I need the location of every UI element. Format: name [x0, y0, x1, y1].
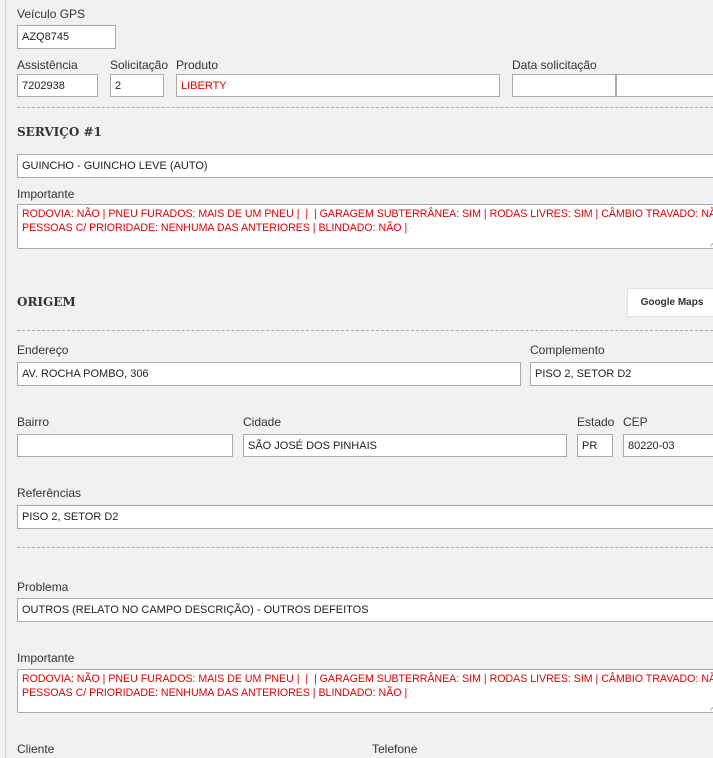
google-maps-button[interactable]: Google Maps	[627, 288, 713, 317]
cidade-input[interactable]: SÃO JOSÉ DOS PINHAIS	[243, 434, 567, 457]
divider	[17, 107, 713, 108]
referencias-label: Referências	[17, 486, 82, 500]
service-important-label: Importante	[17, 187, 75, 201]
complemento-input[interactable]: PISO 2, SETOR D2	[530, 362, 713, 386]
cep-label: CEP	[623, 415, 648, 429]
bairro-label: Bairro	[17, 415, 50, 429]
cidade-label: Cidade	[243, 415, 282, 429]
origin-title: ORIGEM	[17, 295, 76, 309]
left-border	[5, 0, 6, 758]
important-line: PESSOAS C/ PRIORIDADE: NENHUMA DAS ANTER…	[22, 222, 408, 234]
vehicle-gps-label: Veículo GPS	[17, 7, 86, 21]
problem-important-textarea[interactable]: RODOVIA: NÃO | PNEU FURADOS: MAIS DE UM …	[17, 669, 713, 713]
service-title: SERVIÇO #1	[17, 125, 102, 139]
vehicle-gps-input[interactable]: AZQ8745	[17, 25, 116, 49]
important-line: RODOVIA: NÃO | PNEU FURADOS: MAIS DE UM …	[22, 673, 713, 685]
estado-input[interactable]: PR	[577, 434, 613, 457]
data-solicitacao-label: Data solicitação	[512, 58, 597, 72]
telefone-label: Telefone	[372, 742, 418, 756]
divider	[17, 330, 713, 331]
important-line: RODOVIA: NÃO | PNEU FURADOS: MAIS DE UM …	[22, 208, 713, 220]
service-important-textarea[interactable]: RODOVIA: NÃO | PNEU FURADOS: MAIS DE UM …	[17, 204, 713, 249]
important-line: PESSOAS C/ PRIORIDADE: NENHUMA DAS ANTER…	[22, 687, 408, 699]
problema-label: Problema	[17, 580, 69, 594]
cliente-label: Cliente	[17, 742, 55, 756]
data-solicitacao-time-input[interactable]	[616, 74, 713, 97]
resize-handle[interactable]	[704, 704, 713, 710]
assistencia-label: Assistência	[17, 58, 78, 72]
bairro-input[interactable]	[17, 434, 233, 457]
solicitacao-label: Solicitação	[110, 58, 169, 72]
cep-input[interactable]: 80220-03	[623, 434, 713, 457]
estado-label: Estado	[577, 415, 615, 429]
resize-handle[interactable]	[704, 240, 713, 246]
referencias-input[interactable]: PISO 2, SETOR D2	[17, 505, 713, 529]
endereco-label: Endereço	[17, 343, 69, 357]
service-input[interactable]: GUINCHO - GUINCHO LEVE (AUTO)	[17, 154, 713, 178]
produto-input[interactable]: LIBERTY	[176, 74, 500, 97]
problema-input[interactable]: OUTROS (RELATO NO CAMPO DESCRIÇÃO) - OUT…	[17, 598, 713, 622]
assistencia-input[interactable]: 7202938	[17, 74, 98, 97]
complemento-label: Complemento	[530, 343, 605, 357]
data-solicitacao-date-input[interactable]	[512, 74, 616, 97]
produto-label: Produto	[176, 58, 219, 72]
divider	[17, 547, 713, 548]
problem-important-label: Importante	[17, 651, 75, 665]
solicitacao-input[interactable]: 2	[110, 74, 164, 97]
endereco-input[interactable]: AV. ROCHA POMBO, 306	[17, 362, 521, 386]
